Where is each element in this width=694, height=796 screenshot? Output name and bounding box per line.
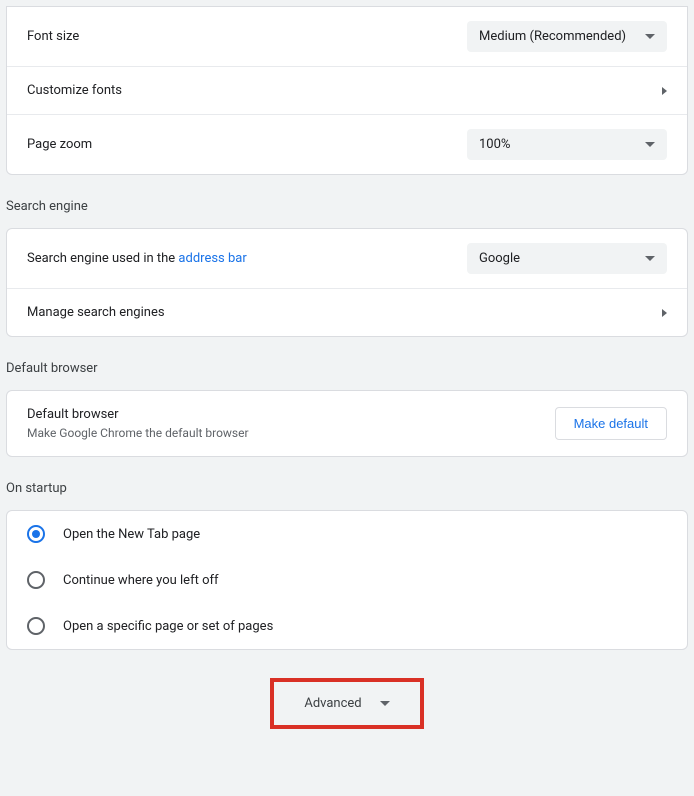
on-startup-card: Open the New Tab page Continue where you… [6, 510, 688, 650]
default-browser-text: Default browser Make Google Chrome the d… [27, 407, 249, 440]
startup-option-1[interactable]: Continue where you left off [7, 557, 687, 603]
search-engine-select[interactable]: Google [467, 243, 667, 274]
default-browser-card: Default browser Make Google Chrome the d… [6, 390, 688, 457]
chevron-down-icon [645, 34, 655, 39]
startup-option-label: Open a specific page or set of pages [63, 619, 273, 634]
advanced-label: Advanced [304, 696, 361, 711]
manage-search-engines-label: Manage search engines [27, 305, 165, 320]
font-size-value: Medium (Recommended) [479, 29, 626, 44]
make-default-button[interactable]: Make default [555, 407, 667, 440]
manage-search-engines-row[interactable]: Manage search engines [7, 288, 687, 336]
chevron-down-icon [645, 256, 655, 261]
address-bar-link[interactable]: address bar [178, 251, 246, 266]
chevron-down-icon [380, 701, 390, 706]
search-engine-label: Search engine used in the address bar [27, 251, 247, 266]
appearance-card: Font size Medium (Recommended) Customize… [6, 6, 688, 175]
radio-icon[interactable] [27, 571, 45, 589]
default-browser-title: Default browser [0, 343, 694, 384]
chevron-right-icon [662, 309, 667, 317]
font-size-select[interactable]: Medium (Recommended) [467, 21, 667, 52]
font-size-label: Font size [27, 29, 79, 44]
search-engine-card: Search engine used in the address bar Go… [6, 228, 688, 337]
startup-option-2[interactable]: Open a specific page or set of pages [7, 603, 687, 649]
default-browser-heading: Default browser [27, 407, 249, 422]
default-browser-subtext: Make Google Chrome the default browser [27, 426, 249, 440]
startup-option-0[interactable]: Open the New Tab page [7, 511, 687, 557]
page-zoom-value: 100% [479, 137, 510, 152]
customize-fonts-row[interactable]: Customize fonts [7, 66, 687, 114]
radio-icon[interactable] [27, 617, 45, 635]
chevron-down-icon [645, 142, 655, 147]
radio-icon[interactable] [27, 525, 45, 543]
page-zoom-select[interactable]: 100% [467, 129, 667, 160]
font-size-row: Font size Medium (Recommended) [7, 7, 687, 66]
page-zoom-row: Page zoom 100% [7, 114, 687, 174]
customize-fonts-label: Customize fonts [27, 83, 122, 98]
page-zoom-label: Page zoom [27, 137, 92, 152]
search-engine-title: Search engine [0, 181, 694, 222]
on-startup-title: On startup [0, 463, 694, 504]
advanced-wrap: Advanced [0, 678, 694, 729]
startup-option-label: Continue where you left off [63, 573, 219, 588]
chevron-right-icon [662, 87, 667, 95]
default-browser-row: Default browser Make Google Chrome the d… [7, 391, 687, 456]
advanced-button[interactable]: Advanced [270, 678, 423, 729]
search-engine-row: Search engine used in the address bar Go… [7, 229, 687, 288]
startup-option-label: Open the New Tab page [63, 527, 200, 542]
search-engine-value: Google [479, 251, 520, 266]
